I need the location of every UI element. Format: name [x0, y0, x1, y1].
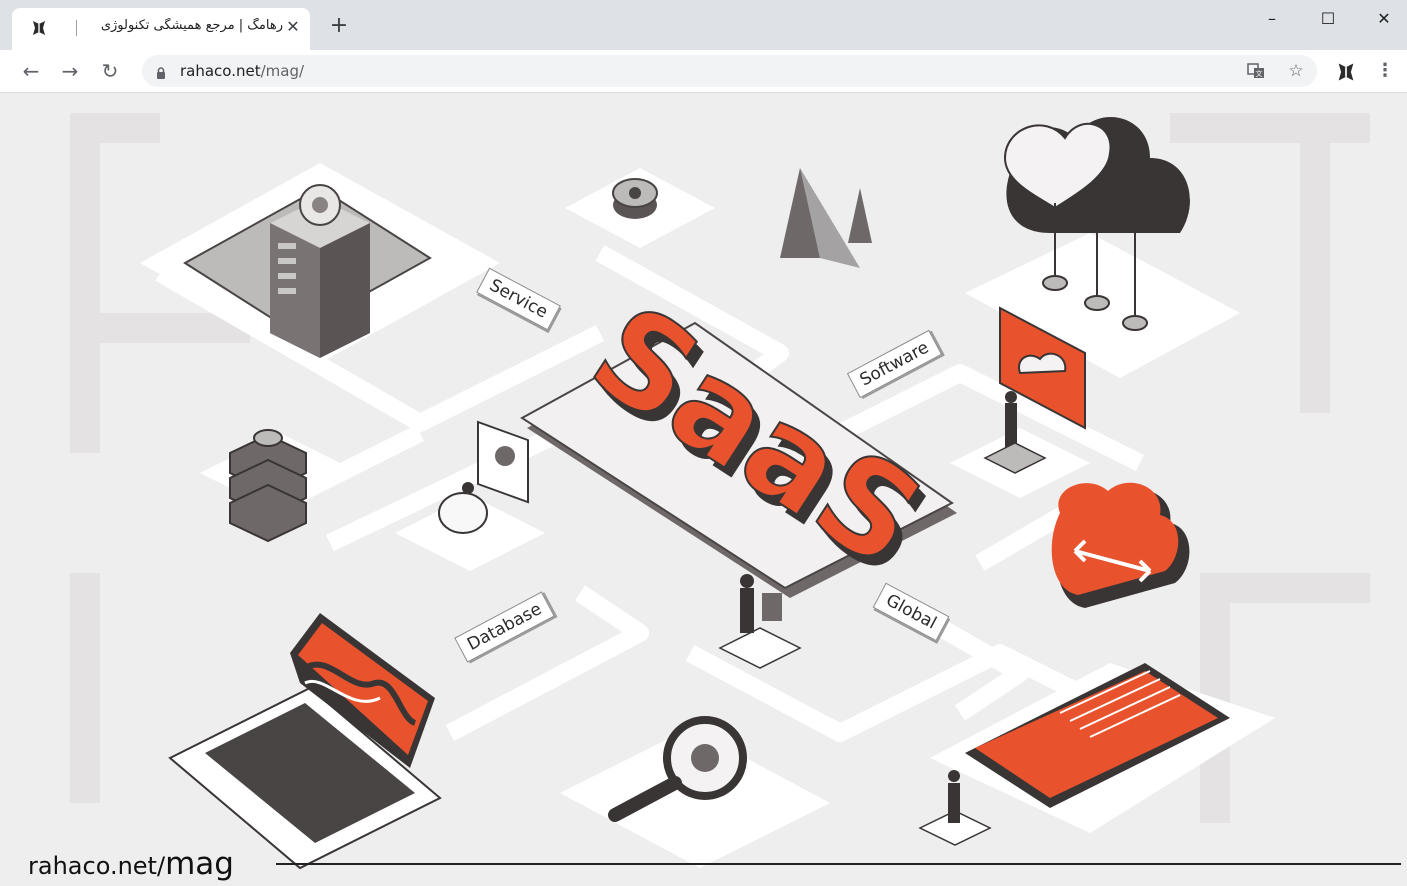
hero-illustration: SaaS SaaS Service Software Database Glob… — [0, 93, 1407, 886]
close-window-button[interactable]: ✕ — [1364, 6, 1404, 32]
watermark-host: rahaco.net/ — [28, 852, 166, 880]
maximize-button[interactable]: ☐ — [1308, 6, 1348, 32]
gear-platform — [565, 168, 715, 248]
browser-tab[interactable]: رهامگ | مرجع همیشگی تکنولوژی ✕ — [12, 8, 310, 50]
watermark-rule — [276, 863, 1401, 865]
browser-toolbar: ← → ↻ rahaco.net/mag/ 文 ☆ ⋮ — [0, 50, 1407, 93]
extension-icon[interactable] — [1335, 61, 1357, 83]
lock-icon[interactable] — [156, 64, 166, 79]
tab-title: رهامگ | مرجع همیشگی تکنولوژی — [100, 18, 283, 33]
upload-cloud — [1051, 482, 1190, 608]
translate-icon[interactable]: 文 — [1244, 59, 1268, 83]
rahaco-logo-icon — [30, 19, 48, 37]
url-path: /mag/ — [260, 62, 305, 80]
search-magnifier — [560, 716, 830, 868]
cone-shapes — [780, 168, 872, 268]
tab-close-icon[interactable]: ✕ — [284, 18, 302, 36]
minimize-button[interactable]: – — [1252, 6, 1292, 32]
database-stack — [200, 429, 360, 543]
menu-icon[interactable]: ⋮ — [1374, 59, 1396, 85]
back-button[interactable]: ← — [18, 59, 44, 85]
svg-text:文: 文 — [1256, 69, 1263, 78]
address-bar[interactable]: rahaco.net/mag/ 文 ☆ — [142, 55, 1317, 87]
saas-isometric-illustration: SaaS SaaS — [70, 113, 1370, 870]
url-host: rahaco.net — [180, 62, 261, 80]
url-text[interactable]: rahaco.net/mag/ — [180, 62, 304, 80]
new-tab-button[interactable]: + — [326, 14, 352, 40]
site-watermark: rahaco.net/mag — [28, 846, 234, 882]
forward-button[interactable]: → — [57, 59, 83, 85]
tab-strip: رهامگ | مرجع همیشگی تکنولوژی ✕ + – ☐ ✕ — [0, 0, 1407, 50]
tab-title-separator — [76, 20, 77, 36]
laptop — [168, 613, 442, 870]
watermark-segment: mag — [165, 846, 234, 882]
reload-button[interactable]: ↻ — [97, 59, 123, 85]
star-icon[interactable]: ☆ — [1284, 59, 1308, 83]
